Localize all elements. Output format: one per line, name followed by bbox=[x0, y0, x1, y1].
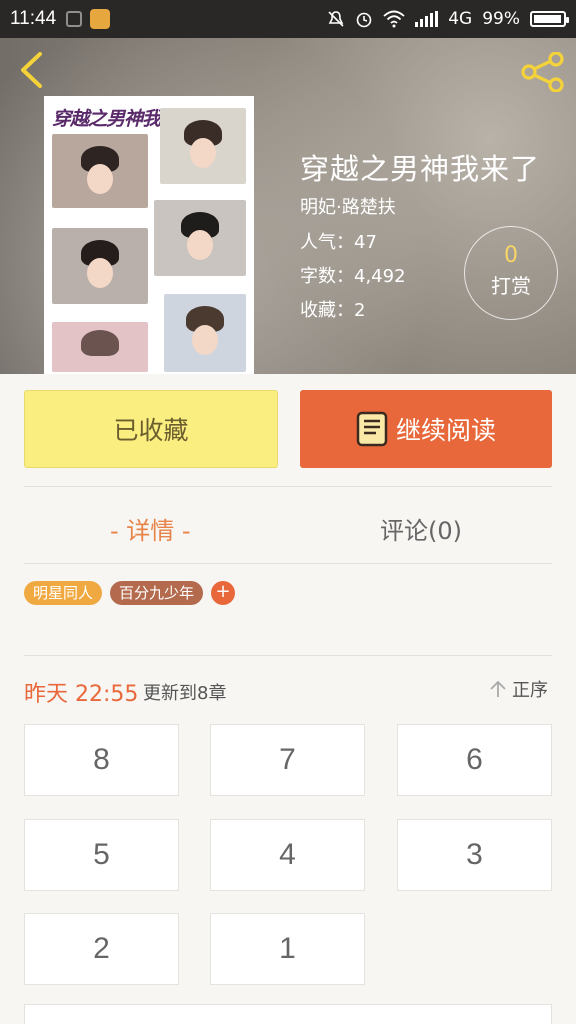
cover-portrait bbox=[160, 108, 246, 184]
continue-reading-label: 继续阅读 bbox=[395, 416, 496, 445]
divider bbox=[24, 563, 552, 564]
chapter-item[interactable]: 1 bbox=[210, 913, 365, 985]
book-header: 穿越之男神我来了 穿越之男神我来了 明妃·路楚扶 人气：47 字数：4,492 … bbox=[0, 38, 576, 374]
book-popularity: 人气：47 bbox=[300, 232, 377, 253]
chapter-item[interactable]: 6 bbox=[397, 724, 552, 796]
mute-icon bbox=[328, 11, 344, 27]
back-icon[interactable] bbox=[14, 50, 50, 90]
signal-icon bbox=[415, 11, 439, 27]
update-time: 昨天 22:55 bbox=[24, 682, 139, 707]
app-notification-icon bbox=[90, 9, 111, 29]
continue-reading-button[interactable]: 继续阅读 bbox=[300, 390, 552, 468]
notification-icon bbox=[66, 11, 83, 27]
battery-icon bbox=[530, 11, 569, 27]
chapter-item[interactable]: 2 bbox=[24, 913, 179, 985]
book-word-count: 字数：4,492 bbox=[300, 266, 406, 287]
share-icon[interactable] bbox=[520, 52, 566, 92]
tag-item[interactable]: 百分九少年 bbox=[110, 581, 204, 605]
reward-label: 打赏 bbox=[491, 274, 531, 298]
battery-percent: 99% bbox=[482, 9, 520, 29]
arrow-up-icon bbox=[490, 680, 506, 697]
status-bar: 11:44 4G 99% bbox=[0, 0, 576, 38]
chapter-item[interactable]: 4 bbox=[210, 819, 365, 891]
reward-count: 0 bbox=[504, 243, 518, 268]
tab-details[interactable]: - 详情 - bbox=[110, 508, 191, 548]
add-tag-button[interactable]: + bbox=[211, 581, 236, 605]
cover-portrait bbox=[52, 228, 148, 304]
sort-button[interactable]: 正序 bbox=[488, 676, 548, 702]
book-icon bbox=[356, 411, 388, 447]
status-time: 11:44 bbox=[10, 8, 57, 29]
favorited-label: 已收藏 bbox=[113, 416, 189, 445]
partial-list-card bbox=[24, 1004, 552, 1024]
cover-portrait bbox=[52, 134, 148, 208]
cover-portrait bbox=[154, 200, 246, 276]
tag-item[interactable]: 明星同人 bbox=[24, 581, 103, 605]
wifi-icon bbox=[383, 10, 405, 28]
sort-label: 正序 bbox=[512, 680, 548, 701]
book-cover[interactable]: 穿越之男神我来了 bbox=[44, 96, 254, 374]
cover-portrait bbox=[164, 294, 246, 372]
network-type: 4G bbox=[448, 9, 473, 29]
alarm-icon bbox=[356, 12, 372, 28]
tag-list: 明星同人 百分九少年 + bbox=[24, 581, 236, 605]
book-author[interactable]: 明妃·路楚扶 bbox=[300, 193, 396, 219]
tab-comments[interactable]: 评论(0) bbox=[380, 508, 462, 548]
divider bbox=[24, 486, 552, 487]
reward-button[interactable]: 0 打赏 bbox=[464, 226, 558, 320]
divider bbox=[24, 655, 552, 656]
chapter-item[interactable]: 7 bbox=[210, 724, 365, 796]
book-title: 穿越之男神我来了 bbox=[300, 152, 541, 186]
favorited-button[interactable]: 已收藏 bbox=[24, 390, 278, 468]
chapter-item[interactable]: 3 bbox=[397, 819, 552, 891]
update-status: 更新到8章 bbox=[143, 683, 227, 704]
chapter-item[interactable]: 8 bbox=[24, 724, 179, 796]
book-favorites: 收藏：2 bbox=[300, 300, 366, 321]
cover-portrait bbox=[52, 322, 148, 372]
chapter-item[interactable]: 5 bbox=[24, 819, 179, 891]
